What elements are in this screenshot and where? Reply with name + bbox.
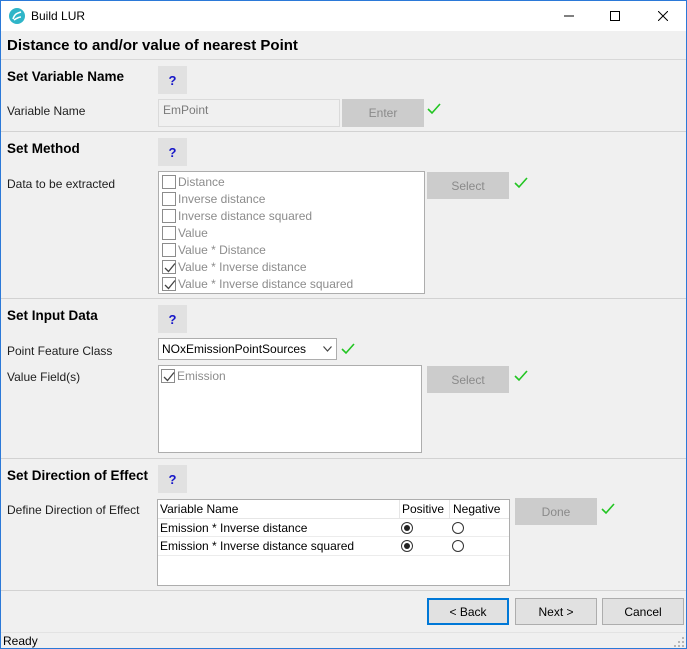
status-text: Ready — [3, 634, 38, 648]
select-fields-button[interactable]: Select — [427, 366, 509, 393]
option-label: Inverse distance squared — [178, 208, 313, 223]
option-label: Emission — [177, 368, 226, 383]
section-direction: Set Direction of Effect ? Define Directi… — [1, 460, 686, 591]
column-header: Negative — [453, 502, 501, 516]
checkbox[interactable] — [162, 242, 176, 257]
list-item[interactable]: Inverse distance — [162, 190, 265, 207]
next-button[interactable]: Next > — [515, 598, 597, 625]
table-header: Variable Name Positive Negative — [158, 500, 509, 519]
negative-radio[interactable] — [452, 522, 464, 534]
list-item[interactable]: Value — [162, 224, 208, 241]
row-variable-name: Emission * Inverse distance — [160, 521, 308, 535]
section-title: Set Input Data — [7, 308, 98, 323]
maximize-icon — [610, 11, 620, 21]
chevron-down-icon — [323, 346, 332, 352]
direction-label: Define Direction of Effect — [7, 503, 140, 517]
option-label: Inverse distance — [178, 191, 266, 206]
minimize-icon — [564, 15, 574, 17]
dropdown-value: NOxEmissionPointSources — [162, 342, 307, 356]
row-variable-name: Emission * Inverse distance squared — [160, 539, 355, 553]
select-method-button[interactable]: Select — [427, 172, 509, 199]
back-button[interactable]: < Back — [427, 598, 509, 625]
column-header: Positive — [402, 502, 445, 516]
app-icon — [9, 8, 25, 24]
section-input-data: Set Input Data ? Point Feature Class NOx… — [1, 300, 686, 459]
title-bar: Build LUR — [1, 1, 686, 31]
option-label: Value * Inverse distance squared — [178, 276, 354, 291]
section-title: Set Variable Name — [7, 69, 125, 84]
variable-name-label: Variable Name — [7, 104, 86, 118]
checkbox-checked[interactable] — [162, 259, 176, 274]
table-row: Emission * Inverse distance — [158, 519, 509, 537]
minimize-button[interactable] — [546, 1, 592, 31]
option-label: Value * Distance — [178, 242, 266, 257]
table-row: Emission * Inverse distance squared — [158, 538, 509, 556]
checkbox[interactable] — [162, 208, 176, 223]
direction-table: Variable Name Positive Negative Emission… — [157, 499, 510, 586]
check-icon — [341, 343, 355, 355]
page-header: Distance to and/or value of nearest Poin… — [1, 31, 686, 60]
section-title: Set Direction of Effect — [7, 468, 149, 483]
feature-class-label: Point Feature Class — [7, 344, 113, 358]
cancel-button[interactable]: Cancel — [602, 598, 684, 625]
maximize-button[interactable] — [592, 1, 638, 31]
check-icon — [601, 503, 615, 515]
check-icon — [427, 103, 441, 115]
help-button[interactable]: ? — [158, 465, 187, 493]
positive-radio[interactable] — [401, 522, 413, 534]
enter-button[interactable]: Enter — [342, 99, 424, 127]
window-title: Build LUR — [31, 9, 86, 23]
checkbox-checked[interactable] — [161, 368, 175, 383]
data-to-extract-label: Data to be extracted — [7, 177, 116, 191]
check-icon — [514, 370, 528, 382]
checkmark-icon — [163, 371, 175, 381]
close-button[interactable] — [640, 1, 686, 31]
status-bar: Ready — [1, 632, 686, 648]
page-title: Distance to and/or value of nearest Poin… — [7, 37, 298, 54]
help-button[interactable]: ? — [158, 305, 187, 333]
value-fields-checklist: Emission — [158, 365, 422, 453]
option-label: Value * Inverse distance — [178, 259, 307, 274]
build-lur-window: Build LUR Distance to and/or value of ne… — [0, 0, 687, 649]
list-item[interactable]: Value * Distance — [162, 241, 266, 258]
help-button[interactable]: ? — [158, 66, 187, 94]
positive-radio[interactable] — [401, 540, 413, 552]
checkbox[interactable] — [162, 191, 176, 206]
column-header: Variable Name — [160, 502, 239, 516]
check-icon — [514, 177, 528, 189]
list-item[interactable]: Distance — [162, 173, 225, 190]
list-item[interactable]: Value * Inverse distance squared — [162, 275, 353, 292]
value-fields-label: Value Field(s) — [7, 370, 81, 384]
option-label: Value — [178, 225, 208, 240]
checkbox[interactable] — [162, 174, 176, 189]
done-button[interactable]: Done — [515, 498, 597, 525]
help-button[interactable]: ? — [158, 138, 187, 166]
list-item[interactable]: Emission — [161, 367, 226, 384]
close-icon — [658, 11, 668, 21]
option-label: Distance — [178, 174, 225, 189]
section-method: Set Method ? Data to be extracted Distan… — [1, 133, 686, 299]
variable-name-input[interactable]: EmPoint — [158, 99, 340, 127]
method-checklist: Distance Inverse distance Inverse distan… — [158, 171, 425, 294]
checkmark-icon — [164, 279, 176, 289]
negative-radio[interactable] — [452, 540, 464, 552]
feature-class-dropdown[interactable]: NOxEmissionPointSources — [158, 338, 337, 360]
checkbox-checked[interactable] — [162, 276, 176, 291]
resize-grip-icon[interactable] — [674, 637, 684, 647]
list-item[interactable]: Value * Inverse distance — [162, 258, 307, 275]
checkbox[interactable] — [162, 225, 176, 240]
checkmark-icon — [164, 262, 176, 272]
section-title: Set Method — [7, 141, 80, 156]
list-item[interactable]: Inverse distance squared — [162, 207, 312, 224]
section-variable-name: Set Variable Name ? Variable Name EmPoin… — [1, 61, 686, 132]
footer: < Back Next > Cancel — [1, 592, 686, 632]
